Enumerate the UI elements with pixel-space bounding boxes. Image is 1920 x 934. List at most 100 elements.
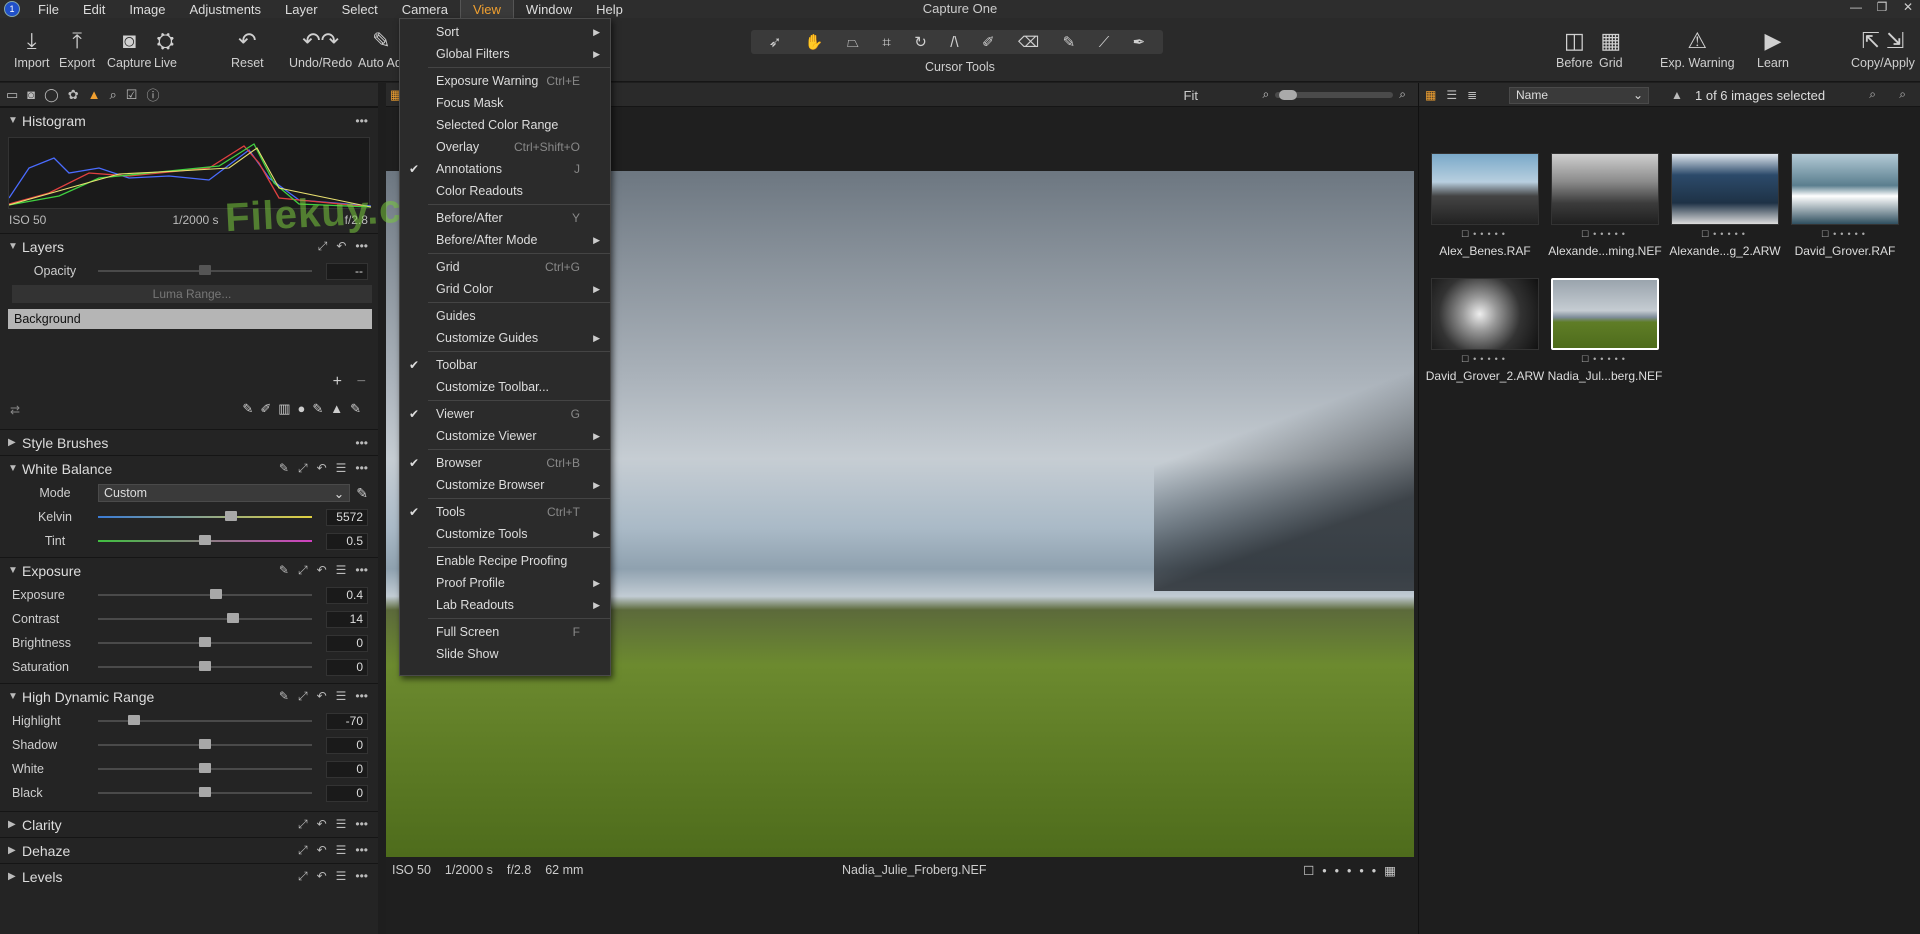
white-value[interactable]: 0 [326,760,368,778]
presets-icon[interactable]: ☰ [336,563,347,578]
shadow-value[interactable]: 0 [326,736,368,754]
white-slider[interactable] [98,763,312,773]
layer-brush-tools-icon[interactable]: ✎✐▥●✎▲✎ [242,401,368,417]
opacity-slider[interactable] [98,265,312,275]
rotate-icon[interactable]: ↻ [914,33,927,51]
brightness-knob[interactable] [199,637,211,647]
more-options-icon[interactable]: ••• [355,436,368,450]
layers-header[interactable]: ▼ Layers ⤢ ↶ ••• [0,234,378,259]
menu-select[interactable]: Select [330,0,390,19]
tint-slider[interactable] [98,535,312,545]
more-options-icon[interactable]: ••• [355,114,368,128]
more-options-icon[interactable]: ••• [355,843,368,858]
thumbnail-item[interactable]: ☐••••• Alexande...g_2.ARW [1665,153,1785,258]
details-tab-icon[interactable]: ⌕ [110,87,117,103]
browser-search-icon[interactable]: ⌕ [1899,87,1906,102]
browser-zoom-icon[interactable]: ⌕ [1869,87,1876,102]
eraser-icon[interactable]: ⌫ [1018,33,1039,51]
view-menu-toolbar[interactable]: ✔ Toolbar [400,354,610,376]
exposure-header[interactable]: ▼ Exposure ✎ ⤢ ↶ ☰ ••• [0,558,378,583]
thumbnail-item[interactable]: ☐••••• Alexande...ming.NEF [1545,153,1665,258]
white-balance-header[interactable]: ▼ White Balance ✎ ⤢ ↶ ☰ ••• [0,456,378,481]
view-menu-color-readouts[interactable]: Color Readouts [400,180,610,202]
dehaze-header[interactable]: ▶ Dehaze ⤢ ↶ ☰ ••• [0,838,378,863]
view-menu-annotations[interactable]: ✔ Annotations J [400,158,610,180]
layer-background-item[interactable]: Background [8,309,372,329]
presets-icon[interactable]: ☰ [336,689,347,704]
wb-picker-icon[interactable]: ✎ [356,485,368,502]
view-menu-lab-readouts[interactable]: Lab Readouts ▶ [400,594,610,616]
brightness-value[interactable]: 0 [326,634,368,652]
more-options-icon[interactable]: ••• [355,817,368,832]
add-layer-icon[interactable]: + [333,373,342,391]
capture-one-logo-icon[interactable]: 1 [4,1,20,17]
pan-cursor-icon[interactable]: ✋ [805,33,824,51]
metadata-tab-icon[interactable]: ☑ [126,87,138,103]
copy-apply-button[interactable]: ⇱ ⇲ Copy/Apply [1851,26,1915,70]
exp-warning-button[interactable]: ⚠ Exp. Warning [1660,26,1735,70]
contrast-value[interactable]: 14 [326,610,368,628]
opacity-value[interactable]: -- [326,262,368,280]
view-menu-grid[interactable]: Grid Ctrl+G [400,256,610,278]
capture-button[interactable]: ◙ Capture [107,26,151,70]
view-menu-before-after-mode[interactable]: Before/After Mode ▶ [400,229,610,251]
thumbnail-image[interactable] [1551,278,1659,350]
restore-icon[interactable]: ❐ [1874,0,1890,14]
view-menu-global-filters[interactable]: Global Filters ▶ [400,43,610,65]
gradient-icon[interactable]: ⟋ [1099,34,1110,51]
color-picker-icon[interactable]: ✎ [1063,33,1076,51]
presets-icon[interactable]: ☰ [336,843,347,858]
crop-icon[interactable]: ⌗ [882,34,890,51]
thumbnail-rating-dots[interactable]: ☐••••• [1461,229,1509,240]
expand-icon[interactable]: ⤢ [298,563,308,578]
expand-icon[interactable]: ⤢ [298,843,308,858]
exposure-knob[interactable] [209,589,222,599]
list-view-icon[interactable]: ☰ [1446,88,1457,102]
reset-icon[interactable]: ↶ [317,689,327,704]
wb-mode-select[interactable]: Custom ⌄ [98,484,351,502]
menu-layer[interactable]: Layer [273,0,330,19]
view-menu-guides[interactable]: Guides [400,305,610,327]
keystone-icon[interactable]: ⏢ [847,34,859,51]
view-menu-sort[interactable]: Sort ▶ [400,21,610,43]
clarity-header[interactable]: ▶ Clarity ⤢ ↶ ☰ ••• [0,812,378,837]
library-tab-icon[interactable]: ▭ [6,87,18,103]
style-brushes-header[interactable]: ▶ Style Brushes ••• [0,430,378,455]
highlight-knob[interactable] [128,715,141,725]
menu-image[interactable]: Image [117,0,177,19]
histogram-header[interactable]: ▼ Histogram ••• [0,108,378,133]
hdr-header[interactable]: ▼ High Dynamic Range ✎ ⤢ ↶ ☰ ••• [0,684,378,709]
menu-adjustments[interactable]: Adjustments [178,0,274,19]
view-menu-customize-guides[interactable]: Customize Guides ▶ [400,327,610,349]
thumbnail-item[interactable]: ☐••••• David_Grover.RAF [1785,153,1905,258]
menu-view[interactable]: View [459,0,514,19]
thumbnail-rating-dots[interactable]: ☐••••• [1821,229,1869,240]
picker-icon[interactable]: ✎ [279,563,289,578]
kelvin-slider[interactable] [98,511,312,521]
thumbnail-item[interactable]: ☐••••• Nadia_Jul...berg.NEF [1545,278,1665,383]
highlight-value[interactable]: -70 [326,712,368,730]
brush-icon[interactable]: ✐ [982,33,995,51]
levels-header[interactable]: ▶ Levels ⤢ ↶ ☰ ••• [0,864,378,889]
import-button[interactable]: ⤓ Import [14,26,49,70]
view-menu-before-after[interactable]: Before/After Y [400,207,610,229]
saturation-value[interactable]: 0 [326,658,368,676]
sort-select[interactable]: Name ⌄ [1509,87,1649,104]
brightness-slider[interactable] [98,637,312,647]
more-options-icon[interactable]: ••• [355,461,368,476]
view-menu-customize-toolbar[interactable]: Customize Toolbar... [400,376,610,398]
shadow-slider[interactable] [98,739,312,749]
black-value[interactable]: 0 [326,784,368,802]
remove-layer-icon[interactable]: − [357,373,366,391]
zoom-slider[interactable] [1275,89,1394,100]
thumbnail-rating-dots[interactable]: ☐••••• [1581,354,1629,365]
pen-icon[interactable]: ✒ [1133,33,1146,51]
presets-icon[interactable]: ☰ [336,869,347,884]
before-button[interactable]: ◫ Before [1556,26,1593,70]
tint-knob[interactable] [199,535,211,545]
rating-dots[interactable]: ☐•••••▦ [1303,863,1404,878]
filmstrip-view-icon[interactable]: ≣ [1467,88,1477,102]
thumbnail-image[interactable] [1551,153,1659,225]
contrast-knob[interactable] [226,613,239,623]
exposure-tab-icon[interactable]: ▲ [88,87,101,102]
